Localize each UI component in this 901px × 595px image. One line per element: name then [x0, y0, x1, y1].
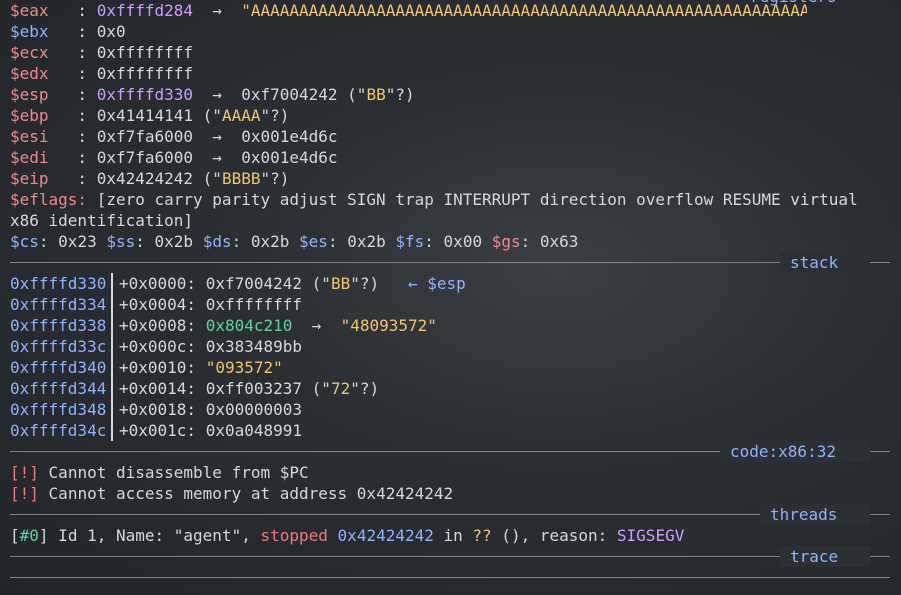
thread-row: [#0] Id 1, Name: "agent", stopped 0x4242…	[10, 526, 685, 545]
threads-header: threads	[770, 505, 838, 524]
stack-row: 0xffffd34c +0x001c: 0x0a048991	[10, 420, 303, 441]
bottom-rule	[10, 567, 901, 588]
eax-deref: "AAAAAAAAAAAAAAAAAAAAAAAAAAAAAAAAAAAAAAA…	[241, 1, 808, 20]
reg-eflags: $eflags: [zero carry parity adjust SIGN …	[10, 190, 868, 230]
segment-registers: $cs: 0x23 $ss: 0x2b $ds: 0x2b $es: 0x2b …	[10, 232, 579, 251]
stack-row: 0xffffd344 +0x0014: 0xff003237 ("72"?)	[10, 378, 380, 399]
trace-header: trace	[790, 547, 839, 566]
stack-row: 0xffffd338 +0x0008: 0x804c210 → "48093572…	[10, 315, 437, 336]
stack-row: 0xffffd330 +0x0000: 0xf7004242 ("BB"?) ← …	[10, 273, 466, 294]
reg-ebp: $ebp : 0x41414141 ("AAAA"?)	[10, 106, 290, 125]
code-error: [!] Cannot disassemble from $PC	[10, 463, 309, 482]
trace-separator: trace	[10, 546, 901, 567]
stack-row: 0xffffd340 +0x0010: "093572"	[10, 357, 283, 378]
stack-row: 0xffffd348 +0x0018: 0x00000003	[10, 399, 303, 420]
code-error: [!] Cannot access memory at address 0x42…	[10, 484, 454, 503]
reg-esi: $esi : 0xf7fa6000 → 0x001e4d6c	[10, 127, 338, 146]
code-header: code:x86:32	[730, 442, 836, 461]
terminal: registers $eax : 0xffffd284 → "AAAAAAAAA…	[10, 0, 901, 588]
reg-ebx: $ebx : 0x0	[10, 22, 126, 41]
stack-separator: stack	[10, 252, 901, 273]
stack-row: 0xffffd334 +0x0004: 0xffffffff	[10, 294, 303, 315]
stack-row: 0xffffd33c +0x000c: 0x383489bb	[10, 336, 303, 357]
reg-ecx: $ecx : 0xffffffff	[10, 43, 194, 62]
reg-edx: $edx : 0xffffffff	[10, 64, 194, 83]
reg-eip: $eip : 0x42424242 ("BBBB"?)	[10, 169, 290, 188]
registers-header: registers	[750, 0, 837, 6]
stack-header: stack	[790, 253, 839, 272]
reg-edi: $edi : 0xf7fa6000 → 0x001e4d6c	[10, 148, 338, 167]
threads-separator: threads	[10, 504, 901, 525]
code-separator: code:x86:32	[10, 441, 901, 462]
reg-esp: $esp : 0xffffd330 → 0xf7004242 ("BB"?)	[10, 85, 415, 104]
